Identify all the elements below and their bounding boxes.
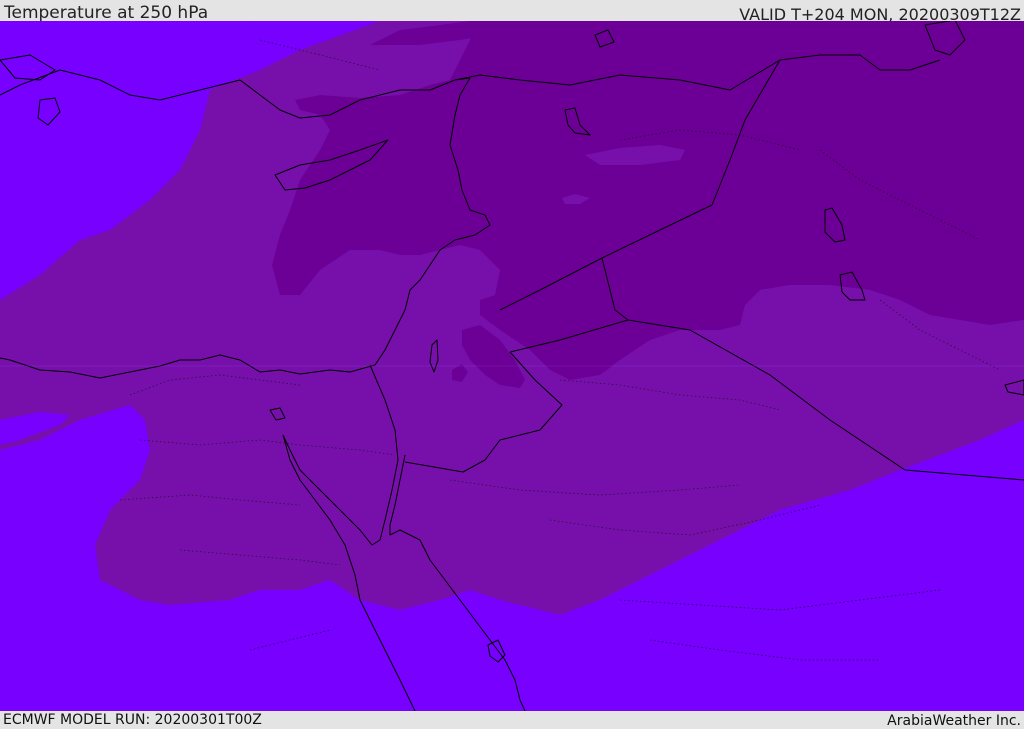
- footer-bar: ECMWF MODEL RUN: 20200301T00Z ArabiaWeat…: [0, 711, 1024, 729]
- map-title: Temperature at 250 hPa: [4, 3, 209, 23]
- temperature-map: [0, 21, 1024, 711]
- provider-credit: ArabiaWeather Inc.: [887, 713, 1021, 729]
- model-run-label: ECMWF MODEL RUN: 20200301T00Z: [3, 712, 262, 728]
- header-bar: Temperature at 250 hPa VALID T+204 MON, …: [0, 0, 1024, 24]
- weather-map-viewer: Temperature at 250 hPa VALID T+204 MON, …: [0, 0, 1024, 729]
